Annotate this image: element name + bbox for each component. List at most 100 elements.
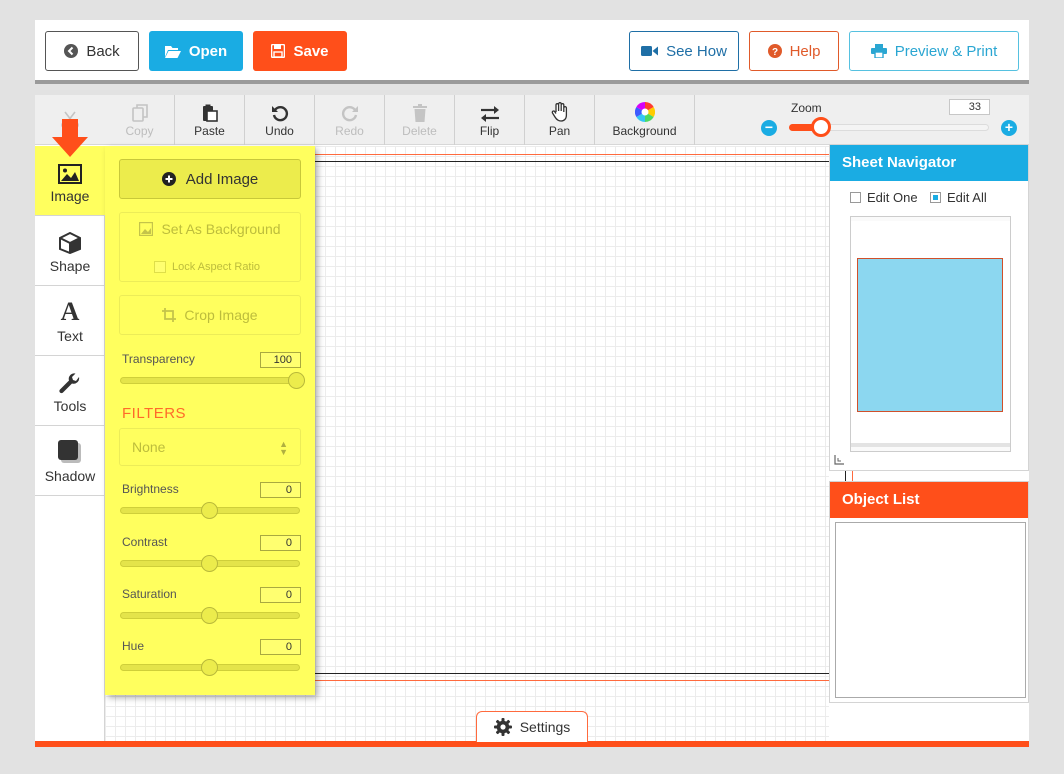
image-icon (58, 158, 82, 184)
shadow-square-icon (58, 438, 82, 464)
transparency-value-input[interactable]: 100 (260, 352, 301, 368)
nav-item-text[interactable]: A Text (35, 286, 105, 356)
pan-label: Pan (548, 124, 571, 138)
add-image-button[interactable]: Add Image (119, 159, 301, 199)
open-button-label: Open (188, 42, 228, 60)
delete-label: Delete (402, 124, 437, 138)
arrow-down-indicator-icon (50, 119, 90, 159)
save-button-label: Save (293, 42, 329, 60)
printer-icon (870, 44, 887, 58)
image-properties-panel: Add Image Set As Background Lock Aspect … (105, 146, 315, 695)
back-button[interactable]: Back (45, 31, 139, 71)
brightness-value-input[interactable]: 0 (260, 482, 301, 498)
redo-label: Redo (335, 124, 364, 138)
saturation-slider-handle[interactable] (201, 607, 218, 624)
copy-label: Copy (125, 124, 154, 138)
hue-slider-handle[interactable] (201, 659, 218, 676)
hue-label: Hue (122, 639, 145, 653)
wrench-icon (59, 368, 81, 394)
set-background-button[interactable]: Set As Background (120, 221, 300, 237)
see-how-button-label: See How (666, 42, 727, 60)
edit-all-checkbox-box (930, 192, 941, 203)
contrast-value-input[interactable]: 0 (260, 535, 301, 551)
transparency-slider-handle[interactable] (288, 372, 305, 389)
contrast-slider-handle[interactable] (201, 555, 218, 572)
nav-item-shape-label: Shape (49, 257, 91, 274)
pan-button[interactable]: Pan (525, 95, 595, 145)
nav-item-image-label: Image (50, 187, 90, 204)
preview-print-button[interactable]: Preview & Print (849, 31, 1019, 71)
undo-label: Undo (265, 124, 294, 138)
set-background-group: Set As Background Lock Aspect Ratio (119, 212, 301, 282)
hand-icon (551, 102, 569, 122)
delete-button[interactable]: Delete (385, 95, 455, 145)
brightness-slider-handle[interactable] (201, 502, 218, 519)
resize-corner-icon[interactable] (834, 455, 844, 468)
saturation-value-input[interactable]: 0 (260, 587, 301, 603)
clipboard-paste-icon (202, 102, 218, 122)
cube-icon (59, 228, 81, 254)
save-button[interactable]: Save (253, 31, 347, 71)
hue-value-input[interactable]: 0 (260, 639, 301, 655)
plus-circle-icon (161, 172, 176, 186)
undo-button[interactable]: Undo (245, 95, 315, 145)
crop-image-button[interactable]: Crop Image (119, 295, 301, 335)
sheet-preview-page (851, 221, 1010, 447)
transparency-slider-track[interactable] (120, 377, 300, 384)
lock-aspect-ratio-checkbox[interactable]: Lock Aspect Ratio (154, 261, 260, 273)
edit-toolbar: Copy Paste Undo Redo Delete Flip Pan Bac… (35, 95, 1029, 145)
object-list-panel: Object List (829, 481, 1029, 703)
left-nav: Image Shape A Text Tools Shadow (35, 146, 105, 741)
nav-item-shadow-label: Shadow (44, 467, 96, 484)
transparency-label: Transparency (122, 352, 195, 366)
top-bar: Back Open Save See How ? Help Preview & … (35, 20, 1029, 84)
edit-one-checkbox[interactable]: Edit One (850, 190, 918, 205)
arrow-left-circle-icon (64, 44, 79, 58)
redo-button[interactable]: Redo (315, 95, 385, 145)
crop-image-label: Crop Image (184, 307, 258, 323)
see-how-button[interactable]: See How (629, 31, 739, 71)
saturation-label: Saturation (122, 587, 177, 601)
nav-item-text-label: Text (57, 327, 83, 344)
zoom-value-input[interactable]: 33 (949, 99, 990, 115)
swap-arrows-icon (480, 102, 500, 122)
nav-item-shadow[interactable]: Shadow (35, 426, 105, 496)
open-button[interactable]: Open (149, 31, 243, 71)
filter-selected-value: None (132, 439, 166, 455)
zoom-slider-handle[interactable] (811, 117, 831, 137)
help-button-label: Help (789, 42, 821, 60)
navigator-viewport[interactable] (857, 258, 1003, 412)
sheet-navigator-panel: Sheet Navigator Edit One Edit All (829, 144, 1029, 471)
sheet-preview[interactable] (850, 216, 1011, 452)
object-list-title: Object List (830, 482, 1028, 518)
copy-button[interactable]: Copy (105, 95, 175, 145)
trash-icon (412, 102, 428, 122)
floppy-disk-icon (271, 44, 286, 58)
edit-one-checkbox-box (850, 192, 861, 203)
back-button-label: Back (86, 42, 120, 60)
lock-aspect-checkbox-box (154, 261, 166, 273)
edit-all-checkbox[interactable]: Edit All (930, 190, 987, 205)
sheet-safe-area[interactable] (252, 161, 846, 674)
zoom-in-icon[interactable]: + (1001, 120, 1017, 136)
nav-item-tools[interactable]: Tools (35, 356, 105, 426)
zoom-out-icon[interactable]: − (761, 120, 777, 136)
settings-label: Settings (519, 719, 571, 735)
filter-select[interactable]: None ▲ ▼ (119, 428, 301, 466)
flip-button[interactable]: Flip (455, 95, 525, 145)
preview-print-button-label: Preview & Print (894, 42, 998, 60)
redo-icon (341, 102, 359, 122)
nav-item-shape[interactable]: Shape (35, 216, 105, 286)
add-image-label: Add Image (185, 170, 259, 188)
crop-icon (162, 308, 177, 322)
paste-button[interactable]: Paste (175, 95, 245, 145)
background-button[interactable]: Background (595, 95, 695, 145)
video-camera-icon (641, 45, 659, 57)
settings-tab[interactable]: Settings (476, 711, 588, 742)
background-label: Background (612, 124, 677, 138)
color-wheel-icon (634, 102, 655, 122)
object-list-box[interactable] (835, 522, 1026, 698)
paste-label: Paste (194, 124, 225, 138)
help-button[interactable]: ? Help (749, 31, 839, 71)
image-background-icon (139, 222, 154, 236)
